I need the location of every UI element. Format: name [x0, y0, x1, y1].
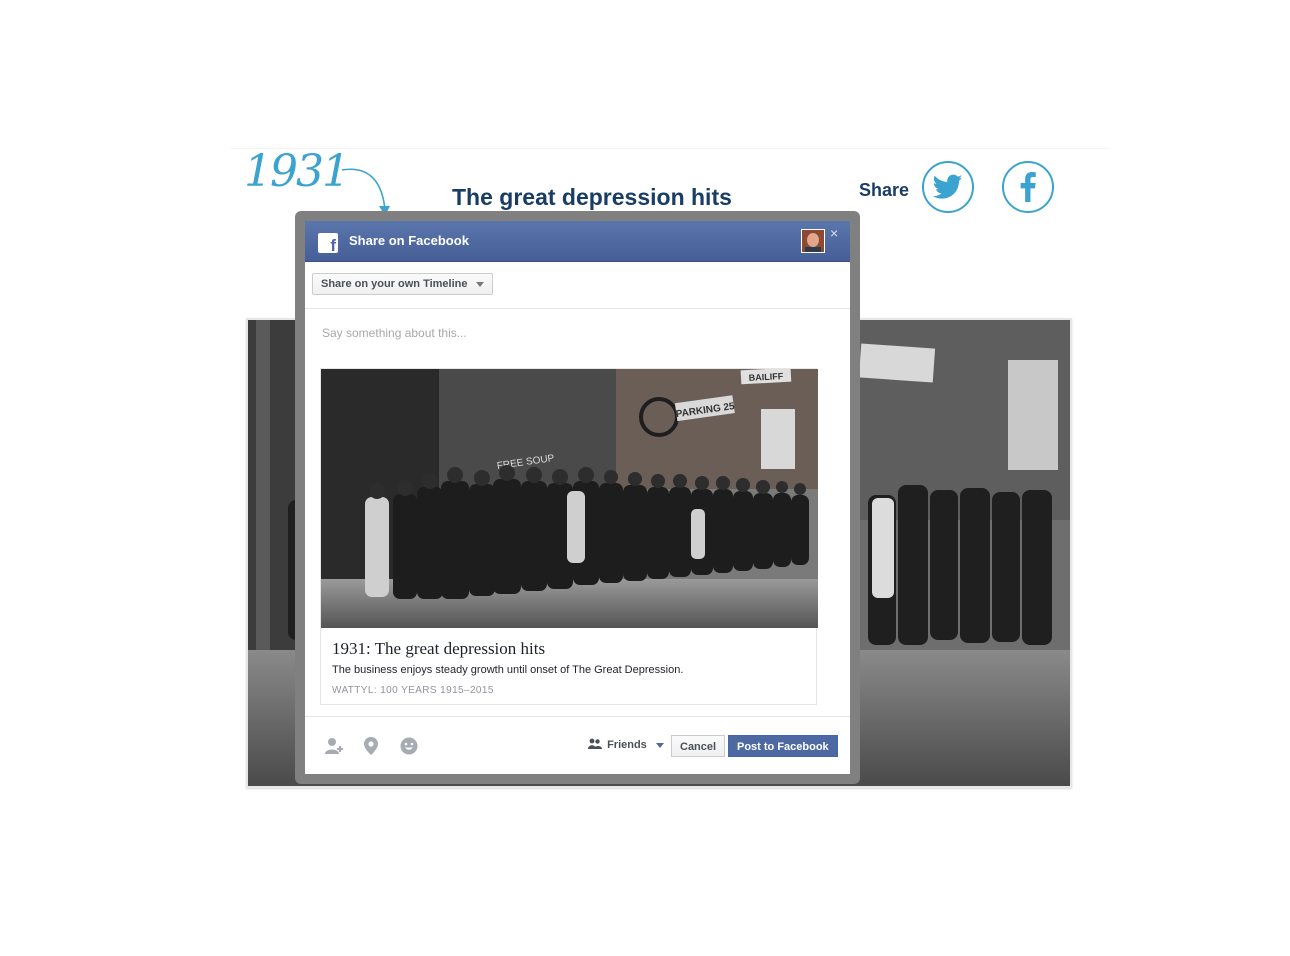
year-label: 1931 [244, 146, 350, 197]
preview-description: The business enjoys steady growth until … [332, 664, 684, 676]
top-divider [230, 148, 1110, 149]
message-input[interactable] [320, 325, 824, 341]
tag-friends-icon[interactable] [325, 737, 345, 755]
preview-title: 1931: The great depression hits [332, 639, 546, 658]
facebook-f-icon [1020, 172, 1036, 202]
cancel-button[interactable]: Cancel [671, 735, 726, 757]
page-headline: The great depression hits [452, 184, 732, 210]
audience-select[interactable]: Share on your own Timeline [312, 273, 493, 295]
location-pin-icon[interactable] [364, 737, 378, 755]
emoji-icon[interactable] [400, 737, 418, 755]
close-icon[interactable]: × [830, 225, 838, 241]
avatar [801, 229, 825, 253]
share-label: Share [859, 180, 910, 200]
dialog-title: Share on Facebook [349, 233, 469, 248]
post-to-facebook-button[interactable]: Post to Facebook [728, 735, 838, 757]
privacy-label: Friends [607, 739, 647, 751]
preview-caption: WATTYL: 100 YEARS 1915–2015 [332, 685, 494, 696]
chevron-down-icon [475, 282, 484, 287]
dialog-header: f Share on Facebook × [305, 221, 850, 262]
dialog-footer: Friends Cancel Post to Facebook [305, 716, 850, 775]
facebook-logo-icon: f [318, 233, 338, 253]
preview-image: PARKING 25 BAILIFF FREE SOUP [321, 369, 818, 628]
link-preview-card[interactable]: PARKING 25 BAILIFF FREE SOUP 1931: The g… [320, 368, 818, 705]
twitter-bird-icon [933, 174, 963, 199]
privacy-selector[interactable]: Friends [588, 738, 664, 751]
audience-select-label: Share on your own Timeline [321, 278, 468, 290]
facebook-share-button[interactable] [1002, 161, 1054, 213]
chevron-down-icon [655, 742, 664, 748]
audience-row: Share on your own Timeline [305, 262, 850, 309]
share-dialog: f Share on Facebook × Share on your own … [305, 221, 850, 774]
bailiff-sign-text: BAILIFF [749, 371, 784, 383]
friends-icon [588, 738, 602, 749]
twitter-share-button[interactable] [922, 161, 974, 213]
